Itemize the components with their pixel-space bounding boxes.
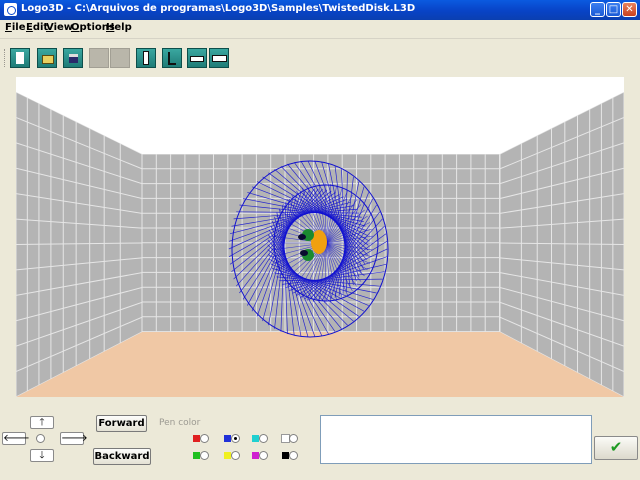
new-file-icon (16, 52, 24, 64)
move-up-button[interactable]: 🡑 (30, 416, 54, 429)
scene-viewport[interactable] (16, 77, 624, 397)
color-radio[interactable] (289, 451, 298, 460)
save-file-icon (69, 54, 78, 63)
camera-button[interactable] (187, 48, 207, 68)
view-side-button[interactable] (162, 48, 182, 68)
open-file-icon (42, 55, 54, 64)
title-bar: Logo3D - C:\Arquivos de programas\Logo3D… (0, 0, 640, 20)
open-file-button[interactable] (37, 48, 57, 68)
color-radio[interactable] (259, 451, 268, 460)
view-front-button[interactable] (136, 48, 156, 68)
menu-view[interactable]: View (46, 22, 73, 33)
move-right-button[interactable]: 🡒 (60, 432, 88, 445)
pen-color-option[interactable] (281, 434, 300, 444)
center-radio[interactable] (36, 434, 45, 443)
view-side-icon (168, 52, 176, 65)
app-logo-icon (4, 3, 17, 16)
pen-color-option[interactable] (193, 434, 211, 444)
color-chip (252, 452, 259, 459)
menu-edit-mnemonic: E (26, 22, 33, 33)
menu-file[interactable]: File (5, 22, 25, 33)
command-input[interactable] (320, 415, 592, 464)
color-chip (281, 434, 290, 443)
camera-icon (190, 56, 204, 62)
minimize-button[interactable]: _ (590, 2, 605, 17)
menu-help-label: elp (114, 22, 132, 33)
pen-color-option[interactable] (224, 434, 242, 444)
color-chip (193, 435, 200, 442)
pen-color-option[interactable] (252, 434, 270, 444)
color-radio[interactable] (200, 451, 209, 460)
cut-button[interactable] (89, 48, 109, 68)
window-title: Logo3D - C:\Arquivos de programas\Logo3D… (21, 3, 416, 14)
backward-button[interactable]: Backward (93, 448, 151, 465)
save-file-button[interactable] (63, 48, 83, 68)
color-radio[interactable] (289, 434, 298, 443)
copy-button[interactable] (110, 48, 130, 68)
color-radio[interactable] (259, 434, 268, 443)
close-button[interactable]: ✕ (622, 2, 637, 17)
menu-edit[interactable]: Edit (26, 22, 48, 33)
menu-bar: File Edit View Options Help (0, 20, 640, 39)
color-chip (282, 452, 289, 459)
move-left-button[interactable]: 🡐 (2, 432, 30, 445)
menu-file-mnemonic: F (5, 22, 12, 33)
pen-color-option[interactable] (224, 451, 242, 461)
color-chip (252, 435, 259, 442)
forward-button[interactable]: Forward (96, 415, 147, 432)
toolbar-grip[interactable] (4, 49, 8, 67)
color-radio[interactable] (231, 434, 240, 443)
pen-color-option[interactable] (252, 451, 270, 461)
move-down-button[interactable]: 🡓 (30, 449, 54, 462)
menu-options-mnemonic: O (71, 22, 80, 33)
color-chip (193, 452, 200, 459)
pen-color-option[interactable] (282, 451, 300, 461)
color-chip (224, 452, 231, 459)
maximize-button[interactable]: □ (606, 2, 621, 17)
pen-color-option[interactable] (193, 451, 211, 461)
checkmark-icon: ✔ (609, 438, 623, 456)
scene-canvas (16, 77, 624, 397)
pen-color-label: Pen color (159, 418, 201, 428)
view-front-icon (143, 51, 149, 65)
run-icon (212, 55, 227, 62)
menu-help[interactable]: Help (106, 22, 132, 33)
color-chip (224, 435, 231, 442)
run-button[interactable] (209, 48, 229, 68)
menu-view-mnemonic: V (46, 22, 54, 33)
color-radio[interactable] (231, 451, 240, 460)
menu-file-label: ile (11, 22, 26, 33)
color-radio[interactable] (200, 434, 209, 443)
new-file-button[interactable] (10, 48, 30, 68)
execute-button[interactable]: ✔ (594, 436, 638, 460)
